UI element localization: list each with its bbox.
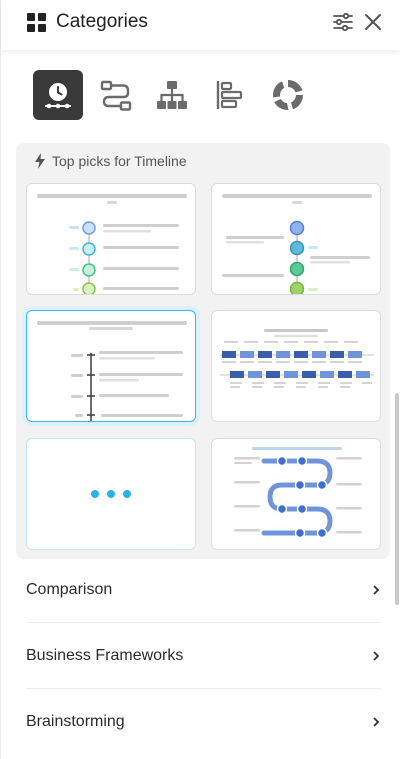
process-flow-icon: [100, 80, 132, 111]
category-item-business-frameworks[interactable]: Business Frameworks: [26, 623, 381, 689]
category-label: Comparison: [26, 580, 113, 598]
more-templates-card[interactable]: [26, 438, 196, 550]
categories-panel: Categories Top picks for Timeline Compar…: [0, 0, 400, 759]
panel-title: Categories: [56, 11, 148, 32]
type-gantt-button[interactable]: [205, 70, 255, 120]
template-thumbnail: [234, 447, 362, 539]
chevron-right-icon: [373, 717, 380, 727]
category-item-brainstorming[interactable]: Brainstorming: [26, 689, 381, 755]
category-label: Brainstorming: [26, 713, 125, 730]
bar-list-icon: [216, 81, 243, 109]
close-icon: [365, 14, 381, 30]
top-picks-label: Top picks for Timeline: [52, 153, 187, 169]
close-button[interactable]: [361, 10, 385, 34]
template-card-vertical-timeline[interactable]: [26, 183, 196, 295]
filter-button[interactable]: [331, 10, 355, 34]
template-thumbnail: [37, 321, 187, 421]
cycle-icon: [272, 79, 304, 111]
grid-icon: [27, 13, 46, 32]
template-thumbnail: [37, 194, 187, 294]
template-thumbnail: [222, 194, 372, 294]
lightning-icon: [35, 153, 45, 169]
top-picks-section: Top picks for Timeline: [16, 143, 390, 559]
top-picks-heading: Top picks for Timeline: [34, 153, 187, 169]
clock-timeline-icon: [45, 83, 71, 109]
panel-header: Categories: [1, 0, 400, 50]
category-label: Business Frameworks: [26, 646, 184, 664]
template-card-vertical-ticks[interactable]: [26, 310, 196, 422]
hierarchy-icon: [157, 81, 187, 109]
category-type-row: [1, 68, 400, 124]
chevron-right-icon: [373, 584, 380, 595]
type-timeline-button[interactable]: [33, 70, 83, 120]
type-cycle-button[interactable]: [263, 70, 313, 120]
type-process-button[interactable]: [91, 70, 141, 120]
template-card-horizontal-timeline[interactable]: [211, 310, 381, 422]
category-item-comparison[interactable]: Comparison: [26, 557, 381, 623]
more-dots-icon: [27, 439, 195, 549]
filter-sliders-icon: [333, 12, 353, 32]
scrollbar-thumb[interactable]: [395, 393, 399, 605]
template-thumbnail: [220, 329, 374, 388]
template-card-serpentine-timeline[interactable]: [211, 438, 381, 550]
chevron-right-icon: [373, 650, 380, 661]
template-card-alternating-timeline[interactable]: [211, 183, 381, 295]
type-hierarchy-button[interactable]: [147, 70, 197, 120]
